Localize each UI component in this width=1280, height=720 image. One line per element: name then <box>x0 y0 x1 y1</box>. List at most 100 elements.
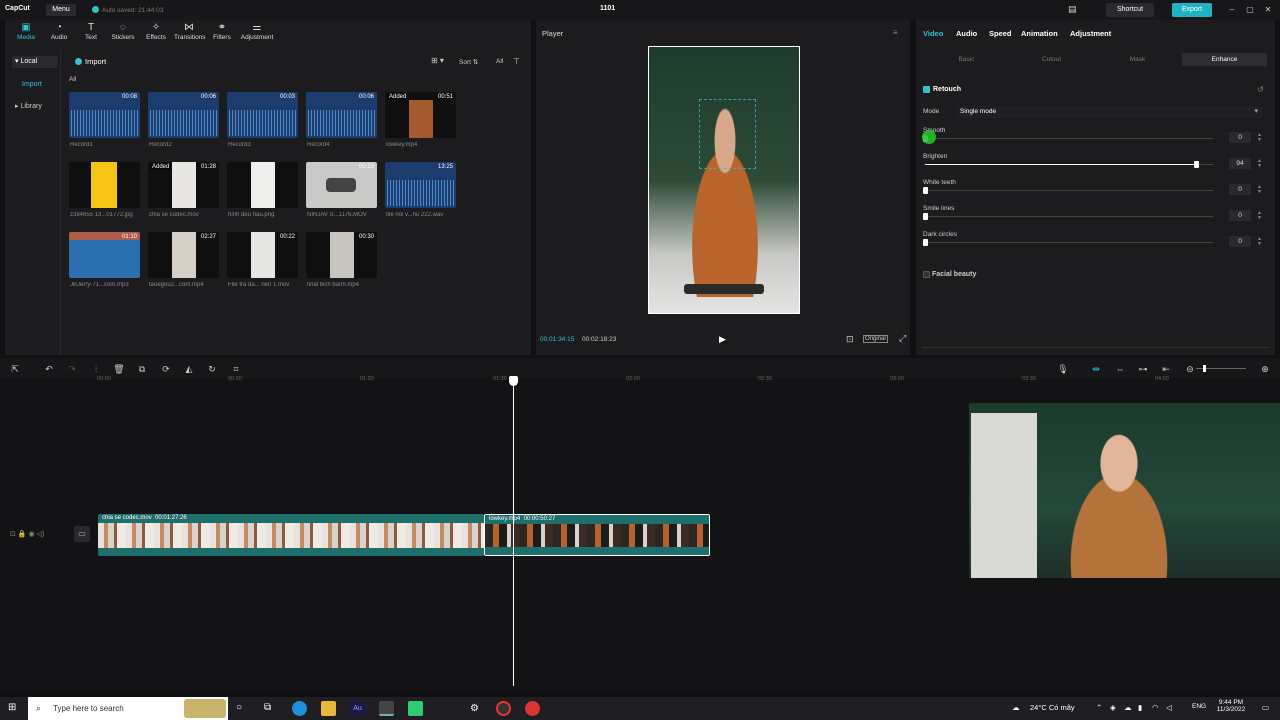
wifi-icon[interactable]: ◠ <box>1152 703 1159 712</box>
reverse-icon[interactable]: ⟳ <box>160 363 172 375</box>
slider-value-input[interactable]: 94 <box>1229 158 1251 169</box>
slider-knob[interactable] <box>923 187 928 194</box>
media-player-icon[interactable] <box>525 701 540 716</box>
subtab-enhance[interactable]: Enhance <box>1182 53 1267 66</box>
sidebar-item-local[interactable]: ▾ Local <box>12 56 58 68</box>
subtab-mask[interactable]: Mask <box>1095 53 1180 66</box>
battery-icon[interactable]: ▮ <box>1138 703 1142 712</box>
player-menu-icon[interactable]: ≡ <box>893 28 898 37</box>
tab-adjustment-props[interactable]: Adjustment <box>1070 29 1111 38</box>
cortana-icon[interactable]: ○ <box>236 702 242 713</box>
slider-value-input[interactable]: 0 <box>1229 184 1251 195</box>
zoom-in-icon[interactable]: ⊕ <box>1259 363 1271 375</box>
tab-audio[interactable]: ◔ Audio <box>44 22 74 44</box>
maximize-icon[interactable]: ▢ <box>1244 4 1256 16</box>
media-item[interactable]: 00:30 <box>306 232 377 278</box>
filter-all-button[interactable]: All <box>496 58 503 65</box>
view-toggle-icon[interactable]: ⊞ ▾ <box>431 56 444 65</box>
sheets-icon[interactable] <box>408 701 423 716</box>
stepper-icon[interactable]: ▲ ▼ <box>1257 133 1262 143</box>
split-icon[interactable]: ⫶ <box>90 363 102 375</box>
snap-icon[interactable]: ⇔ <box>1114 363 1126 375</box>
tab-speed[interactable]: Speed <box>989 29 1012 38</box>
subtab-basic[interactable]: Basic <box>924 53 1009 66</box>
onedrive-icon[interactable]: ☁ <box>1124 703 1132 712</box>
facial-beauty-checkbox[interactable] <box>923 271 930 278</box>
eye-icon[interactable]: ◉ <box>29 531 35 538</box>
layout-icon[interactable]: ▤ <box>1068 4 1077 15</box>
media-item[interactable]: Added 01:28 <box>148 162 219 208</box>
microphone-icon[interactable]: 🎙 <box>1057 363 1069 375</box>
tab-audio-props[interactable]: Audio <box>956 29 977 38</box>
link-icon[interactable]: ⇹ <box>1090 363 1102 375</box>
tab-adjustment[interactable]: ⚌ Adjustment <box>240 22 274 44</box>
import-button[interactable]: Import <box>85 57 106 66</box>
settings-icon[interactable]: ⚙ <box>467 701 482 716</box>
mirror-icon[interactable]: ◭ <box>183 363 195 375</box>
close-icon[interactable]: ✕ <box>1262 4 1274 16</box>
select-tool-icon[interactable]: ⇱ <box>9 363 21 375</box>
tab-transitions[interactable]: ⋈ Transitions <box>174 22 206 44</box>
filter-icon[interactable]: ⊤ <box>513 57 520 66</box>
minimize-icon[interactable]: – <box>1226 4 1238 16</box>
mute-icon[interactable]: ◁) <box>37 531 45 538</box>
media-item[interactable]: 00:06 <box>148 92 219 138</box>
playhead[interactable] <box>513 376 514 686</box>
video-preview[interactable] <box>648 46 800 314</box>
tab-video[interactable]: Video <box>923 29 943 38</box>
shortcut-button[interactable]: Shortcut <box>1106 3 1154 17</box>
stepper-icon[interactable]: ▲ ▼ <box>1257 211 1262 221</box>
media-item[interactable]: Added 00:51 <box>385 92 456 138</box>
tab-animation[interactable]: Animation <box>1021 29 1058 38</box>
slider-knob[interactable] <box>1193 161 1199 168</box>
file-explorer-icon[interactable] <box>321 701 336 716</box>
media-item[interactable]: 00:22 <box>227 232 298 278</box>
volume-icon[interactable]: ◁ <box>1166 703 1172 712</box>
media-item[interactable]: 13:25 <box>385 162 456 208</box>
reset-icon[interactable]: ↺ <box>1257 85 1264 94</box>
zoom-slider[interactable] <box>1196 365 1246 372</box>
media-item[interactable] <box>227 162 298 208</box>
weather-icon[interactable]: ☁ <box>1012 703 1020 712</box>
media-item[interactable]: 00:06 <box>306 92 377 138</box>
export-button[interactable]: Export <box>1172 3 1212 17</box>
mode-select[interactable]: Single mode ▾ <box>956 106 1262 118</box>
cover-button[interactable]: ▭ <box>74 526 90 542</box>
subtab-cutout[interactable]: Cutout <box>1009 53 1094 66</box>
ratio-button[interactable]: Original <box>863 335 888 343</box>
slider-knob[interactable] <box>923 239 928 246</box>
stepper-icon[interactable]: ▲ ▼ <box>1257 237 1262 247</box>
fit-screen-icon[interactable]: ⊡ <box>846 334 854 345</box>
lock-icon[interactable]: 🔒 <box>18 531 27 538</box>
capcut-taskbar-icon[interactable] <box>379 701 394 716</box>
slider-value-input[interactable]: 0 <box>1229 210 1251 221</box>
windows-start-icon[interactable]: ⊞ <box>8 702 16 713</box>
media-item[interactable]: 00:03 <box>227 92 298 138</box>
tray-chevron-icon[interactable]: ⌃ <box>1096 703 1102 712</box>
fullscreen-icon[interactable]: ⤢ <box>899 333 906 344</box>
media-item[interactable]: 02:27 <box>148 232 219 278</box>
retouch-checkbox[interactable] <box>923 86 930 93</box>
zoom-fit-icon[interactable]: ⇤ <box>1160 363 1172 375</box>
obs-icon[interactable] <box>496 701 511 716</box>
zoom-slider-knob[interactable] <box>1203 365 1206 372</box>
tab-effects[interactable]: ✧ Effects <box>141 22 171 44</box>
sidebar-item-library[interactable]: ▸ Library <box>12 101 58 113</box>
media-item[interactable]: 00:23 <box>306 162 377 208</box>
tab-media[interactable]: ▣ Media <box>11 22 41 44</box>
task-view-icon[interactable]: ⧉ <box>264 702 271 713</box>
slider-knob[interactable] <box>923 213 928 220</box>
tab-stickers[interactable]: ◌ Stickers <box>108 22 138 44</box>
stepper-icon[interactable]: ▲ ▼ <box>1257 159 1262 169</box>
language-indicator[interactable]: ENG <box>1192 703 1206 710</box>
tab-filters[interactable]: ⚭ Filters <box>207 22 237 44</box>
undo-icon[interactable]: ↶ <box>43 363 55 375</box>
slider-white-teeth[interactable] <box>923 187 1213 194</box>
freeze-icon[interactable]: ⧉ <box>136 363 148 375</box>
preview-axis-icon[interactable]: ⊶ <box>1137 363 1149 375</box>
sidebar-item-import[interactable]: Import <box>19 79 65 91</box>
timeline-ruler[interactable]: 00:00 00:30 01:00 01:30 02:00 02:30 03:0… <box>70 376 1280 386</box>
menu-button[interactable]: Menu <box>46 4 76 16</box>
media-item[interactable] <box>69 162 140 208</box>
slider-brighten[interactable] <box>925 161 1213 168</box>
